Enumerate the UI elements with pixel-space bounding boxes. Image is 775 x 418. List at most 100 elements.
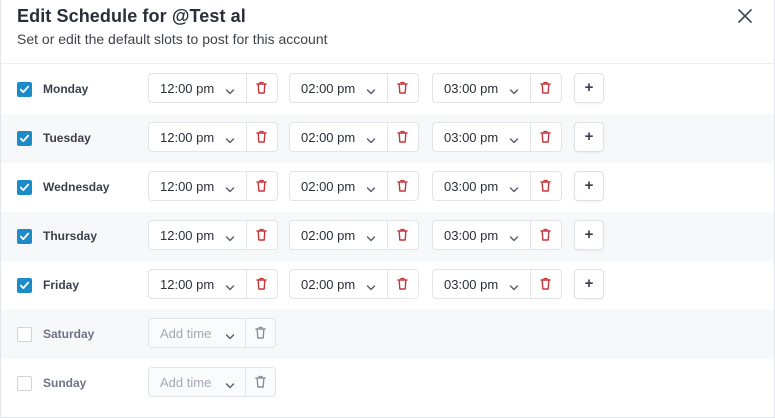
time-select[interactable]: 03:00 pm — [433, 123, 532, 151]
day-label: Wednesday — [43, 180, 110, 194]
day-checkbox[interactable] — [17, 278, 32, 293]
time-slot: Add time — [148, 367, 276, 397]
day-row-saturday: Saturday Add time — [1, 310, 774, 359]
delete-slot-button[interactable] — [388, 270, 418, 298]
chevron-down-icon — [225, 279, 235, 297]
delete-slot-button[interactable] — [531, 123, 561, 151]
time-value: 02:00 pm — [301, 228, 356, 243]
delete-slot-button[interactable] — [247, 221, 277, 249]
delete-slot-button[interactable] — [247, 74, 277, 102]
chevron-down-icon — [225, 83, 235, 101]
time-select[interactable]: 03:00 pm — [433, 172, 532, 200]
chevron-down-icon — [225, 230, 235, 248]
delete-slot-button[interactable] — [388, 123, 418, 151]
close-button[interactable] — [735, 6, 755, 26]
schedule-rows: Monday 12:00 pm 02:00 pm 03:00 pm + Tuesday 12… — [1, 65, 774, 408]
time-value: 02:00 pm — [301, 81, 356, 96]
delete-slot-button[interactable] — [246, 368, 275, 396]
delete-slot-button[interactable] — [247, 172, 277, 200]
day-row-friday: Friday 12:00 pm 02:00 pm 03:00 pm + — [1, 261, 774, 310]
time-slot: 03:00 pm — [432, 73, 562, 103]
add-slot-button[interactable]: + — [574, 73, 604, 103]
time-select[interactable]: Add time — [149, 319, 246, 347]
time-select[interactable]: 12:00 pm — [149, 221, 248, 249]
time-select[interactable]: 02:00 pm — [290, 270, 389, 298]
delete-slot-button[interactable] — [388, 74, 418, 102]
delete-slot-button[interactable] — [531, 172, 561, 200]
time-select[interactable]: 03:00 pm — [433, 221, 532, 249]
day-row-sunday: Sunday Add time — [1, 359, 774, 408]
chevron-down-icon — [509, 230, 519, 248]
chevron-down-icon — [225, 181, 235, 199]
time-value: 12:00 pm — [160, 130, 215, 145]
day-checkbox[interactable] — [17, 376, 32, 391]
add-slot-button[interactable]: + — [574, 122, 604, 152]
time-select[interactable]: 12:00 pm — [149, 172, 248, 200]
time-value: 12:00 pm — [160, 179, 215, 194]
chevron-down-icon — [225, 377, 235, 395]
delete-slot-button[interactable] — [531, 270, 561, 298]
time-slot: 02:00 pm — [289, 269, 419, 299]
time-select[interactable]: 02:00 pm — [290, 74, 389, 102]
day-label: Friday — [43, 278, 80, 292]
delete-slot-button[interactable] — [531, 74, 561, 102]
time-slot: 12:00 pm — [148, 171, 278, 201]
day-label: Thursday — [43, 229, 98, 243]
delete-slot-button[interactable] — [247, 123, 277, 151]
time-select[interactable]: 02:00 pm — [290, 123, 389, 151]
day-row-wednesday: Wednesday 12:00 pm 02:00 pm 03:00 pm + — [1, 163, 774, 212]
time-select[interactable]: 12:00 pm — [149, 123, 248, 151]
time-select[interactable]: 12:00 pm — [149, 270, 248, 298]
time-slot: 03:00 pm — [432, 220, 562, 250]
day-checkbox[interactable] — [17, 131, 32, 146]
day-checkbox[interactable] — [17, 82, 32, 97]
edit-schedule-modal: Edit Schedule for @Test al Set or edit t… — [0, 0, 775, 418]
time-select[interactable]: 03:00 pm — [433, 270, 532, 298]
modal-subtitle: Set or edit the default slots to post fo… — [17, 31, 328, 47]
plus-icon: + — [584, 226, 594, 243]
chevron-down-icon — [509, 181, 519, 199]
time-value: 03:00 pm — [444, 130, 499, 145]
chevron-down-icon — [366, 83, 376, 101]
plus-icon: + — [584, 79, 594, 96]
chevron-down-icon — [509, 132, 519, 150]
delete-slot-button[interactable] — [388, 221, 418, 249]
delete-slot-button[interactable] — [246, 319, 275, 347]
time-slot: 12:00 pm — [148, 73, 278, 103]
time-slot: 03:00 pm — [432, 171, 562, 201]
time-slot: 12:00 pm — [148, 122, 278, 152]
time-select[interactable]: 12:00 pm — [149, 74, 248, 102]
add-slot-button[interactable]: + — [574, 171, 604, 201]
time-value: 02:00 pm — [301, 179, 356, 194]
day-checkbox[interactable] — [17, 180, 32, 195]
time-value: 12:00 pm — [160, 277, 215, 292]
time-select[interactable]: Add time — [149, 368, 246, 396]
chevron-down-icon — [225, 328, 235, 346]
time-slot: Add time — [148, 318, 276, 348]
time-slot: 03:00 pm — [432, 269, 562, 299]
time-slot: 02:00 pm — [289, 220, 419, 250]
day-label: Monday — [43, 82, 89, 96]
time-slot: 03:00 pm — [432, 122, 562, 152]
day-checkbox[interactable] — [17, 327, 32, 342]
time-value: 03:00 pm — [444, 228, 499, 243]
time-select[interactable]: 03:00 pm — [433, 74, 532, 102]
day-checkbox[interactable] — [17, 229, 32, 244]
delete-slot-button[interactable] — [531, 221, 561, 249]
time-value: Add time — [160, 326, 212, 341]
time-value: 03:00 pm — [444, 277, 499, 292]
time-value: 03:00 pm — [444, 179, 499, 194]
modal-title: Edit Schedule for @Test al — [17, 6, 246, 26]
delete-slot-button[interactable] — [388, 172, 418, 200]
time-slot: 02:00 pm — [289, 73, 419, 103]
add-slot-button[interactable]: + — [574, 269, 604, 299]
delete-slot-button[interactable] — [247, 270, 277, 298]
modal-header: Edit Schedule for @Test al Set or edit t… — [1, 0, 774, 64]
time-select[interactable]: 02:00 pm — [290, 221, 389, 249]
time-select[interactable]: 02:00 pm — [290, 172, 389, 200]
chevron-down-icon — [366, 279, 376, 297]
add-slot-button[interactable]: + — [574, 220, 604, 250]
chevron-down-icon — [366, 132, 376, 150]
day-row-monday: Monday 12:00 pm 02:00 pm 03:00 pm + — [1, 65, 774, 114]
time-slot: 02:00 pm — [289, 122, 419, 152]
